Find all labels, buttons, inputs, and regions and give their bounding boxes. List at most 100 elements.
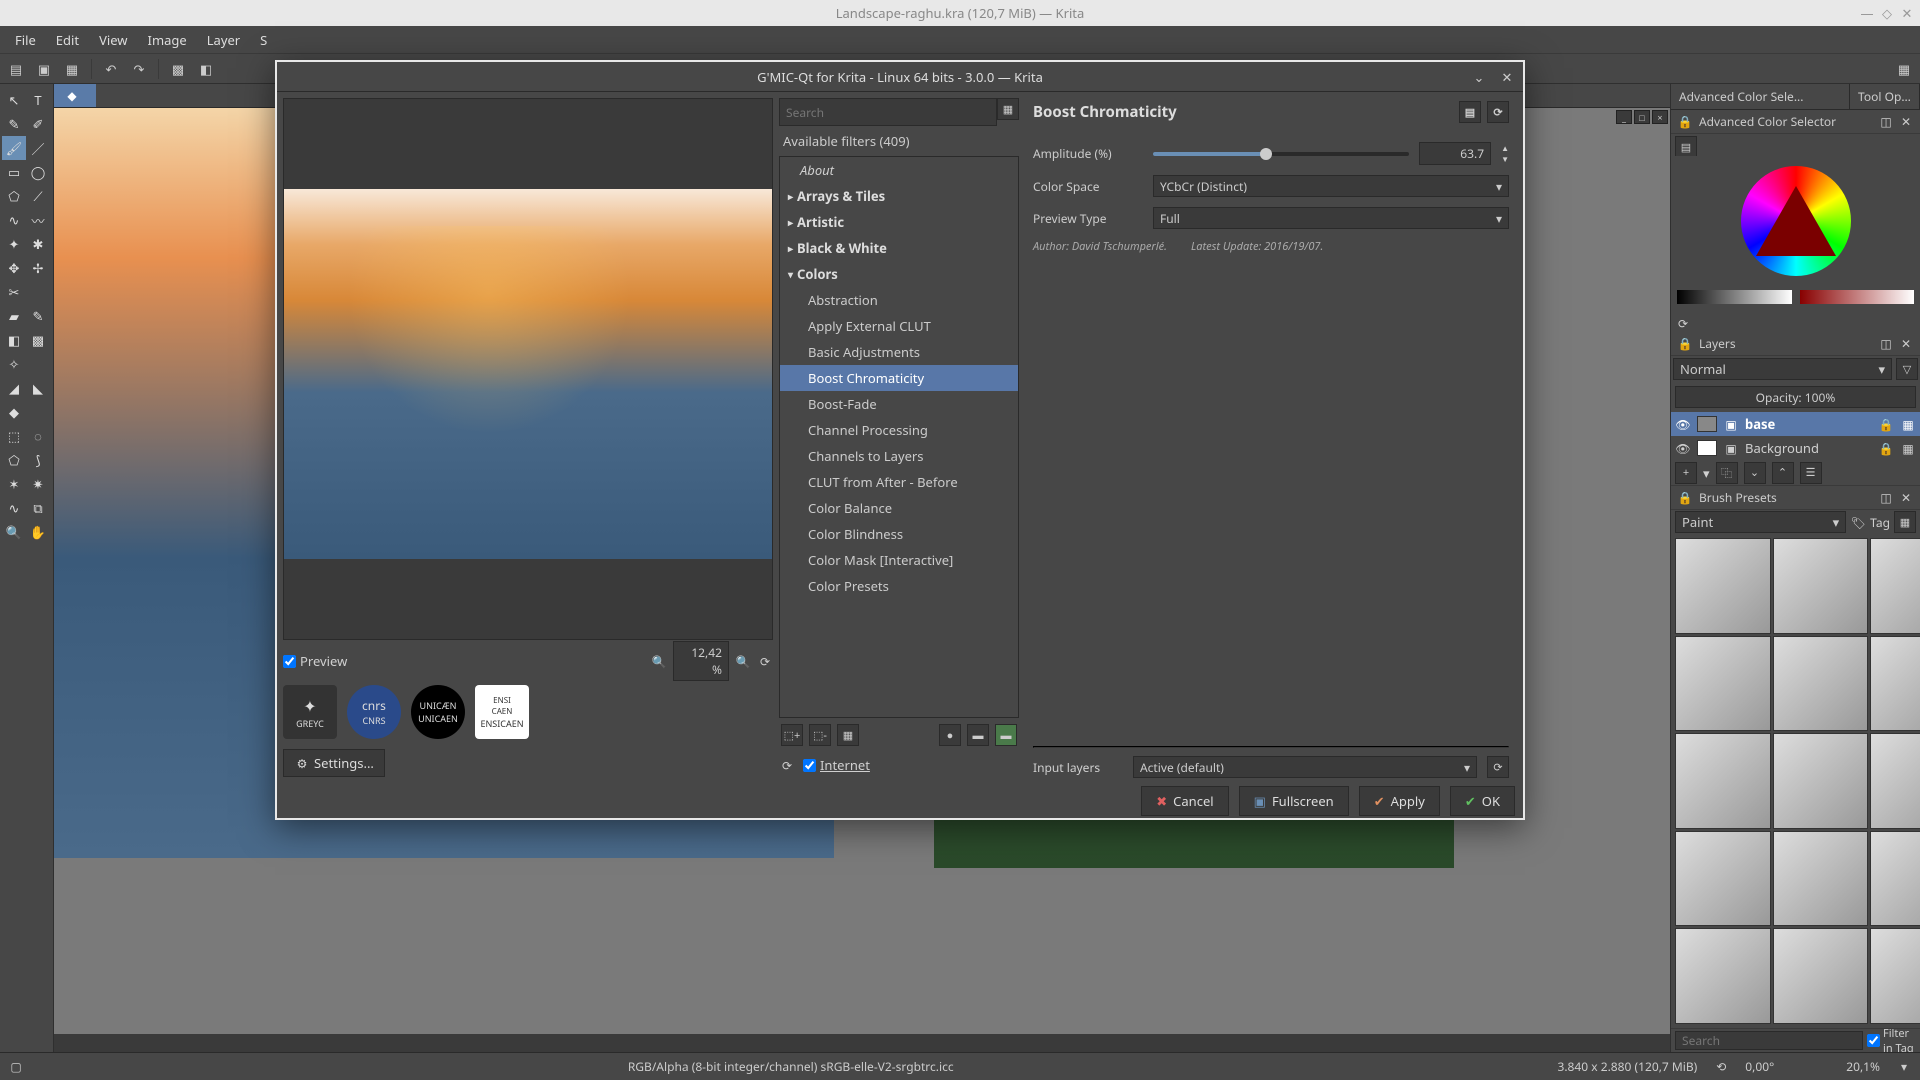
selection-mode-icon[interactable]: ▢ bbox=[8, 1059, 24, 1075]
copy-command-button[interactable]: ▤ bbox=[1459, 101, 1481, 123]
brush-tag-select[interactable]: Paint▾ bbox=[1675, 511, 1846, 533]
tree-filter-abstraction[interactable]: Abstraction bbox=[780, 287, 1018, 313]
gradient-button[interactable]: ◧ bbox=[194, 57, 218, 81]
tree-filter-boost-chromaticity[interactable]: Boost Chromaticity bbox=[780, 365, 1018, 391]
gmic-search-input[interactable] bbox=[779, 98, 997, 126]
select-similar-tool[interactable]: ✷ bbox=[26, 472, 50, 496]
gmic-filter-tree[interactable]: About Arrays & Tiles Artistic Black & Wh… bbox=[779, 156, 1019, 718]
alpha-lock-icon[interactable]: ▦ bbox=[1900, 416, 1916, 432]
select-bezier-tool[interactable]: ∿ bbox=[2, 496, 26, 520]
brush-preset[interactable] bbox=[1870, 636, 1920, 732]
zoom-dropdown-icon[interactable]: ▾ bbox=[1896, 1059, 1912, 1075]
multibrush-tool[interactable]: ✱ bbox=[26, 232, 50, 256]
visibility-icon[interactable]: 👁 bbox=[1675, 440, 1691, 456]
refresh-icon[interactable]: ⟳ bbox=[779, 757, 795, 773]
canvas-hscrollbar[interactable] bbox=[54, 1034, 1670, 1052]
measure-tool[interactable]: ◣ bbox=[26, 376, 50, 400]
float-docker-icon[interactable]: ◫ bbox=[1878, 336, 1894, 352]
ok-button[interactable]: ✔OK bbox=[1450, 786, 1515, 816]
reset-params-button[interactable]: ⟳ bbox=[1487, 101, 1509, 123]
spin-up[interactable]: ▲ bbox=[1501, 143, 1509, 154]
remove-fave-button[interactable]: ⬚- bbox=[809, 724, 831, 746]
brush-preset[interactable] bbox=[1675, 831, 1771, 927]
crop-tool[interactable]: ✂ bbox=[2, 280, 26, 304]
tree-filter-color-blindness[interactable]: Color Blindness bbox=[780, 521, 1018, 547]
shape-edit-tool[interactable]: ✎ bbox=[2, 112, 26, 136]
calligraphy-tool[interactable]: ✐ bbox=[26, 112, 50, 136]
polygon-tool[interactable]: ⬠ bbox=[2, 184, 26, 208]
ellipse-tool[interactable]: ◯ bbox=[26, 160, 50, 184]
menu-file[interactable]: File bbox=[6, 28, 45, 52]
workspace-chooser-button[interactable]: ▦ bbox=[1892, 57, 1916, 81]
rect-tool[interactable]: ▭ bbox=[2, 160, 26, 184]
layer-properties-button[interactable]: ☰ bbox=[1800, 462, 1822, 484]
text-tool[interactable]: T bbox=[26, 88, 50, 112]
pattern-tool[interactable]: ▩ bbox=[26, 328, 50, 352]
zoom-out-icon[interactable]: 🔍 bbox=[651, 653, 667, 669]
tree-filter-boost-fade[interactable]: Boost-Fade bbox=[780, 391, 1018, 417]
os-minimize-button[interactable]: — bbox=[1860, 6, 1874, 20]
doc-maximize-button[interactable]: □ bbox=[1634, 110, 1650, 124]
menu-edit[interactable]: Edit bbox=[47, 28, 88, 52]
brush-preset[interactable] bbox=[1675, 928, 1771, 1024]
reference-tool[interactable]: ◆ bbox=[2, 400, 26, 424]
lock-icon[interactable]: 🔒 bbox=[1878, 440, 1894, 456]
move-down-button[interactable]: ⌄ bbox=[1744, 462, 1766, 484]
document-tab-active[interactable]: ◆ bbox=[54, 84, 96, 107]
zoom-in-icon[interactable]: 🔍 bbox=[735, 653, 751, 669]
previewtype-select[interactable]: Full▾ bbox=[1153, 207, 1509, 229]
add-fave-button[interactable]: ⬚+ bbox=[781, 724, 803, 746]
select-poly-tool[interactable]: ⬠ bbox=[2, 448, 26, 472]
bezier-tool[interactable]: ∿ bbox=[2, 208, 26, 232]
value-slider[interactable] bbox=[1677, 290, 1792, 304]
layer-filter-button[interactable]: ▽ bbox=[1896, 358, 1918, 380]
brush-preset[interactable] bbox=[1773, 636, 1869, 732]
color-selector-settings-button[interactable]: ▤ bbox=[1675, 136, 1697, 158]
brush-preset[interactable] bbox=[1675, 538, 1771, 634]
spin-down[interactable]: ▼ bbox=[1501, 154, 1509, 165]
os-maximize-button[interactable]: ◇ bbox=[1880, 6, 1894, 20]
brush-preset[interactable] bbox=[1773, 928, 1869, 1024]
assistant-tool[interactable]: ◢ bbox=[2, 376, 26, 400]
gmic-preview-image[interactable] bbox=[283, 98, 773, 640]
brush-preset[interactable] bbox=[1773, 733, 1869, 829]
brush-preset[interactable] bbox=[1870, 928, 1920, 1024]
tree-cat-blackwhite[interactable]: Black & White bbox=[780, 235, 1018, 261]
filter-in-tag-checkbox[interactable]: Filter in Tag bbox=[1867, 1031, 1916, 1050]
add-layer-button[interactable]: + bbox=[1675, 462, 1697, 484]
pattern-button[interactable]: ▩ bbox=[166, 57, 190, 81]
close-docker-icon[interactable]: ✕ bbox=[1898, 336, 1914, 352]
redo-button[interactable]: ↷ bbox=[127, 57, 151, 81]
tab-tool-options[interactable]: Tool Opt... bbox=[1850, 84, 1920, 109]
float-docker-icon[interactable]: ◫ bbox=[1878, 114, 1894, 130]
gmic-close-button[interactable]: ✕ bbox=[1495, 65, 1519, 89]
tree-filter-channel-processing[interactable]: Channel Processing bbox=[780, 417, 1018, 443]
new-file-button[interactable]: ▤ bbox=[4, 57, 28, 81]
color-picker-tool[interactable]: ✎ bbox=[26, 304, 50, 328]
polyline-tool[interactable]: ⟋ bbox=[26, 184, 50, 208]
visibility-all-button[interactable]: ● bbox=[939, 724, 961, 746]
layer-row-background[interactable]: 👁 ▣ Background 🔒 ▦ bbox=[1671, 436, 1920, 460]
os-close-button[interactable]: ✕ bbox=[1900, 6, 1914, 20]
cancel-button[interactable]: ✖Cancel bbox=[1141, 786, 1228, 816]
doc-minimize-button[interactable]: _ bbox=[1616, 110, 1632, 124]
save-file-button[interactable]: ▦ bbox=[60, 57, 84, 81]
brush-preset[interactable] bbox=[1870, 538, 1920, 634]
close-docker-icon[interactable]: ✕ bbox=[1898, 114, 1914, 130]
smart-patch-tool[interactable]: ✧ bbox=[2, 352, 26, 376]
visibility-icon[interactable]: 👁 bbox=[1675, 416, 1691, 432]
move-up-button[interactable]: ⌃ bbox=[1772, 462, 1794, 484]
saturation-slider[interactable] bbox=[1800, 290, 1915, 304]
undo-button[interactable]: ↶ bbox=[99, 57, 123, 81]
expand-all-button[interactable]: ▦ bbox=[837, 724, 859, 746]
brush-preset[interactable] bbox=[1870, 733, 1920, 829]
transform-tool[interactable]: ✥ bbox=[2, 256, 26, 280]
fullscreen-button[interactable]: ▣Fullscreen bbox=[1239, 786, 1349, 816]
brush-preset[interactable] bbox=[1870, 831, 1920, 927]
menu-layer[interactable]: Layer bbox=[198, 28, 249, 52]
amplitude-slider[interactable] bbox=[1153, 152, 1409, 156]
tree-filter-color-mask[interactable]: Color Mask [Interactive] bbox=[780, 547, 1018, 573]
input-layers-refresh-button[interactable]: ⟳ bbox=[1487, 756, 1509, 778]
color-selector-widget[interactable] bbox=[1671, 156, 1920, 286]
tree-filter-clut-after-before[interactable]: CLUT from After - Before bbox=[780, 469, 1018, 495]
